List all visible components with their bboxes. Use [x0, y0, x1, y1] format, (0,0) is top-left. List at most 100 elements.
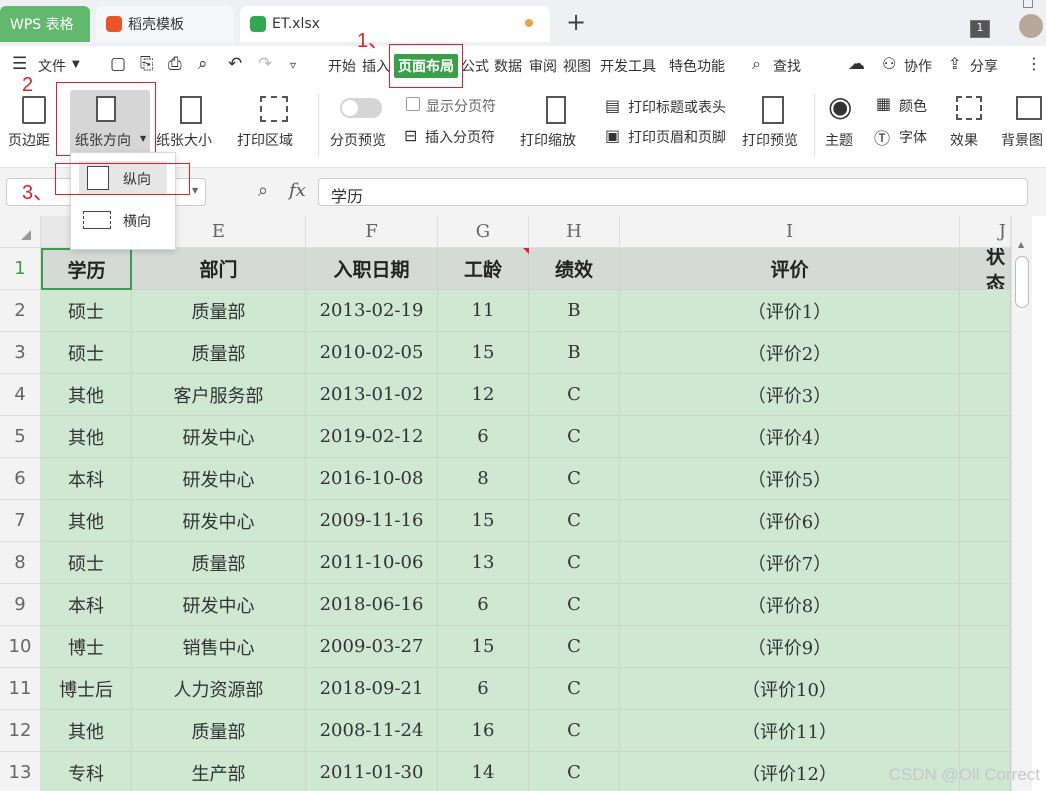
scrollbar-thumb[interactable] — [1015, 256, 1029, 308]
new-tab-button[interactable]: + — [566, 8, 586, 36]
table-cell[interactable]: 2011-01-30 — [306, 752, 438, 791]
menu-tab-data[interactable]: 数据 — [494, 56, 522, 76]
cell-header-education[interactable]: 学历 — [41, 248, 132, 290]
search-button[interactable]: 查找 — [773, 56, 801, 76]
row-header[interactable]: 6 — [0, 458, 41, 500]
table-cell[interactable]: 销售中心 — [132, 626, 306, 668]
table-cell[interactable] — [960, 710, 1011, 752]
table-cell[interactable]: 本科 — [41, 584, 132, 626]
table-cell[interactable]: 硕士 — [41, 332, 132, 374]
table-cell[interactable]: 2008-11-24 — [306, 710, 438, 752]
cell-header-performance[interactable]: 绩效 — [529, 248, 620, 290]
cell-header-review[interactable]: 评价 — [620, 248, 960, 290]
menu-tab-page-layout[interactable]: 页面布局 — [394, 54, 458, 78]
scroll-up-icon[interactable]: ▲ — [1018, 240, 1024, 249]
page-preview-toggle[interactable] — [340, 98, 382, 118]
formula-input[interactable]: 学历 — [318, 178, 1028, 206]
window-count-badge[interactable]: 1 — [970, 20, 990, 38]
effect-button[interactable]: 效果 — [950, 130, 978, 150]
table-cell[interactable]: 6 — [438, 584, 529, 626]
table-cell[interactable] — [960, 626, 1011, 668]
row-header[interactable]: 13 — [0, 752, 41, 791]
menu-item-landscape[interactable]: 横向 — [79, 203, 167, 237]
table-cell[interactable] — [960, 416, 1011, 458]
table-cell[interactable]: 博士后 — [41, 668, 132, 710]
row-header[interactable]: 12 — [0, 710, 41, 752]
table-cell[interactable]: 其他 — [41, 500, 132, 542]
table-cell[interactable] — [960, 374, 1011, 416]
export-icon[interactable]: ⎘ — [140, 54, 154, 74]
print-area-button[interactable]: 打印区域 — [237, 130, 293, 150]
menu-tab-home[interactable]: 开始 — [328, 56, 356, 76]
table-cell[interactable]: 生产部 — [132, 752, 306, 791]
redo-icon[interactable]: ↷ — [258, 54, 272, 74]
table-cell[interactable]: （评价11） — [620, 710, 960, 752]
table-cell[interactable]: （评价7） — [620, 542, 960, 584]
select-all-corner[interactable] — [0, 216, 41, 248]
background-button[interactable]: 背景图 — [1001, 130, 1043, 150]
font-button[interactable]: 字体 — [899, 127, 927, 147]
table-cell[interactable]: 本科 — [41, 458, 132, 500]
cell-header-hire-date[interactable]: 入职日期 — [306, 248, 438, 290]
theme-button[interactable]: 主题 — [825, 130, 853, 150]
row-header[interactable]: 7 — [0, 500, 41, 542]
table-cell[interactable]: 13 — [438, 542, 529, 584]
print-scale-button[interactable]: 打印缩放 — [520, 130, 576, 150]
table-cell[interactable]: 2009-11-16 — [306, 500, 438, 542]
table-cell[interactable]: 其他 — [41, 416, 132, 458]
cell-header-tenure[interactable]: 工龄 — [438, 248, 529, 290]
search-icon[interactable]: ⌕ — [752, 54, 761, 74]
column-header-j[interactable]: J — [960, 216, 1011, 248]
table-cell[interactable]: C — [529, 500, 620, 542]
table-cell[interactable]: 人力资源部 — [132, 668, 306, 710]
table-cell[interactable] — [960, 500, 1011, 542]
table-cell[interactable]: 2009-03-27 — [306, 626, 438, 668]
minimize-icon[interactable] — [1023, 0, 1033, 8]
table-cell[interactable]: 12 — [438, 374, 529, 416]
color-button[interactable]: 颜色 — [899, 96, 927, 116]
table-cell[interactable]: （评价8） — [620, 584, 960, 626]
table-cell[interactable]: 11 — [438, 290, 529, 332]
table-cell[interactable]: （评价10） — [620, 668, 960, 710]
insert-break-button[interactable]: 插入分页符 — [425, 127, 495, 147]
table-cell[interactable]: （评价9） — [620, 626, 960, 668]
table-cell[interactable]: 2011-10-06 — [306, 542, 438, 584]
table-cell[interactable]: 2018-09-21 — [306, 668, 438, 710]
more-options-icon[interactable]: ⋮ — [1026, 54, 1042, 73]
menu-tab-review[interactable]: 审阅 — [529, 56, 557, 76]
print-titles-button[interactable]: 打印标题或表头 — [628, 97, 726, 117]
cell-header-status[interactable]: 状态 — [960, 248, 1011, 290]
vertical-scrollbar[interactable]: ▲ — [1011, 216, 1032, 791]
table-cell[interactable]: 研发中心 — [132, 416, 306, 458]
table-cell[interactable]: 15 — [438, 626, 529, 668]
row-header[interactable]: 10 — [0, 626, 41, 668]
menu-item-portrait[interactable]: 纵向 — [79, 161, 167, 195]
row-header[interactable]: 2 — [0, 290, 41, 332]
avatar[interactable] — [1019, 14, 1043, 38]
menu-tab-insert[interactable]: 插入 — [362, 56, 390, 76]
table-cell[interactable]: C — [529, 752, 620, 791]
table-cell[interactable]: C — [529, 710, 620, 752]
row-header[interactable]: 5 — [0, 416, 41, 458]
column-header-g[interactable]: G — [438, 216, 529, 248]
row-header-1[interactable]: 1 — [0, 248, 41, 290]
fx-icon[interactable]: fx — [289, 180, 306, 201]
column-header-f[interactable]: F — [306, 216, 438, 248]
table-cell[interactable]: 客户服务部 — [132, 374, 306, 416]
table-cell[interactable]: 研发中心 — [132, 584, 306, 626]
preview-icon[interactable]: ⌕ — [198, 54, 208, 74]
paper-size-button[interactable]: 纸张大小 — [156, 130, 212, 150]
table-cell[interactable]: 15 — [438, 500, 529, 542]
table-cell[interactable]: （评价6） — [620, 500, 960, 542]
table-cell[interactable]: 专科 — [41, 752, 132, 791]
table-cell[interactable] — [960, 668, 1011, 710]
table-cell[interactable]: 2019-02-12 — [306, 416, 438, 458]
menu-file[interactable]: 文件 — [38, 56, 66, 76]
table-cell[interactable] — [960, 332, 1011, 374]
table-cell[interactable]: 2016-10-08 — [306, 458, 438, 500]
row-header[interactable]: 9 — [0, 584, 41, 626]
row-header[interactable]: 11 — [0, 668, 41, 710]
save-icon[interactable]: ▢ — [110, 54, 126, 74]
tab-file[interactable]: ET.xlsx — [240, 6, 550, 42]
table-cell[interactable] — [960, 584, 1011, 626]
